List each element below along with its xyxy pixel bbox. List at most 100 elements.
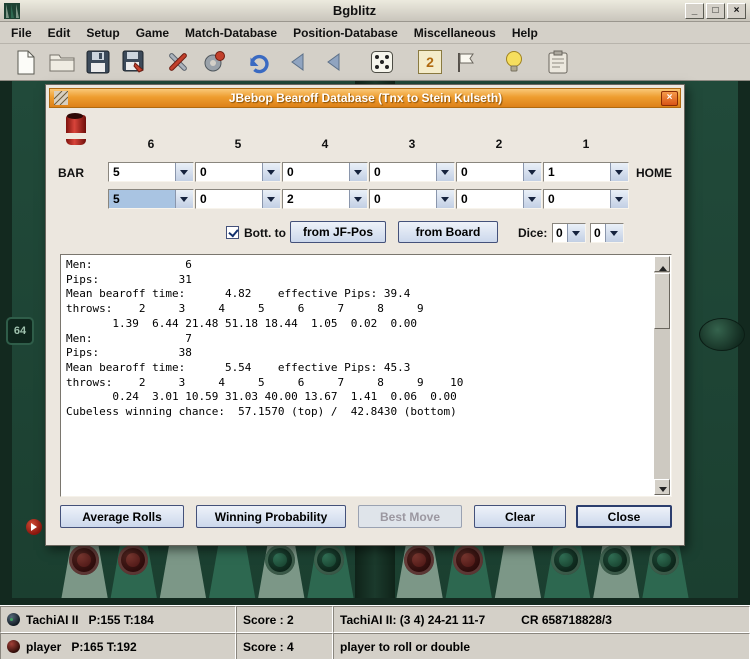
checker — [69, 545, 99, 575]
minimize-button[interactable]: _ — [685, 3, 704, 19]
status-score2-cell: Score : 4 — [236, 633, 333, 659]
save-button[interactable] — [80, 47, 116, 77]
bottom-to-move-checkbox[interactable] — [226, 226, 239, 239]
chevron-down-icon[interactable] — [610, 163, 628, 181]
hint-button[interactable] — [496, 47, 532, 77]
menu-help[interactable]: Help — [504, 22, 546, 44]
back-arrow-icon — [288, 52, 308, 72]
chevron-down-icon[interactable] — [610, 190, 628, 208]
top-combo-2[interactable]: 0 — [456, 162, 542, 182]
save-as-button[interactable] — [116, 47, 152, 77]
top-combo-6[interactable]: 5 — [108, 162, 194, 182]
chevron-down-icon[interactable] — [175, 163, 193, 181]
status-score1-cell: Score : 2 — [236, 606, 333, 633]
checker — [118, 545, 148, 575]
menu-bar: File Edit Setup Game Match-Database Posi… — [0, 22, 750, 44]
bottom-combo-3[interactable]: 0 — [369, 189, 455, 209]
score1-text: Score : 2 — [243, 613, 294, 627]
notes-button[interactable] — [540, 47, 576, 77]
chevron-down-icon[interactable] — [567, 224, 585, 242]
bottom-combo-2[interactable]: 0 — [456, 189, 542, 209]
checker — [453, 545, 483, 575]
chevron-down-icon[interactable] — [436, 163, 454, 181]
save-icon — [86, 50, 110, 74]
top-combo-1[interactable]: 1 — [543, 162, 629, 182]
roll-dice-button[interactable] — [364, 47, 400, 77]
undo-button[interactable] — [240, 47, 276, 77]
dice-icon — [370, 50, 394, 74]
close-dialog-button[interactable]: Close — [576, 505, 672, 528]
two-badge: 2 — [426, 54, 434, 70]
vertical-scrollbar[interactable] — [654, 256, 670, 495]
settings-button[interactable] — [196, 47, 232, 77]
menu-miscellaneous[interactable]: Miscellaneous — [406, 22, 504, 44]
top-combo-5[interactable]: 0 — [195, 162, 281, 182]
maximize-button[interactable]: □ — [706, 3, 725, 19]
clipboard-icon — [547, 50, 569, 75]
average-rolls-button[interactable]: Average Rolls — [60, 505, 184, 528]
from-jf-pos-button[interactable]: from JF-Pos — [290, 221, 386, 243]
results-text-area[interactable]: Men: 6 Pips: 31 Mean bearoff time: 4.82 … — [60, 254, 672, 497]
dialog-close-button[interactable]: × — [661, 91, 678, 106]
chevron-down-icon[interactable] — [523, 163, 541, 181]
turn-marker-icon[interactable] — [26, 519, 42, 535]
combo-value: 0 — [457, 163, 523, 181]
chevron-down-icon[interactable] — [349, 190, 367, 208]
bottom-combo-5[interactable]: 0 — [195, 189, 281, 209]
combo-value: 0 — [457, 190, 523, 208]
chevron-down-icon[interactable] — [605, 224, 623, 242]
column-label-6: 6 — [108, 137, 194, 151]
player2-name: player — [26, 640, 61, 654]
dice-label: Dice: — [518, 226, 547, 240]
menu-game[interactable]: Game — [128, 22, 177, 44]
bottom-combo-4[interactable]: 2 — [282, 189, 368, 209]
dice-combo-1[interactable]: 0 — [552, 223, 586, 243]
dialog-title: JBebop Bearoff Database (Tnx to Stein Ku… — [70, 91, 661, 105]
top-combo-4[interactable]: 0 — [282, 162, 368, 182]
menu-position-database[interactable]: Position-Database — [285, 22, 406, 44]
column-label-5: 5 — [195, 137, 281, 151]
status-player1-cell: TachiAI II P:155 T:184 — [0, 606, 236, 633]
bgblitz-window: Bgblitz _ □ × File Edit Setup Game Match… — [0, 0, 750, 659]
best-move-button: Best Move — [358, 505, 462, 528]
open-button[interactable] — [44, 47, 80, 77]
step-back-button[interactable] — [280, 47, 316, 77]
panel-2-button[interactable]: 2 — [418, 50, 442, 74]
home-label: HOME — [636, 166, 672, 180]
bottom-combo-6[interactable]: 5 — [108, 189, 194, 209]
scroll-down-button[interactable] — [654, 479, 670, 495]
tools-button[interactable] — [160, 47, 196, 77]
dice-combo-2[interactable]: 0 — [590, 223, 624, 243]
checker — [404, 545, 434, 575]
chevron-down-icon[interactable] — [349, 163, 367, 181]
scroll-up-button[interactable] — [654, 256, 670, 272]
scrollbar-thumb[interactable] — [654, 273, 670, 329]
close-button[interactable]: × — [727, 3, 746, 19]
player1-stats: P:155 T:184 — [88, 613, 153, 627]
checker — [649, 545, 679, 575]
menu-setup[interactable]: Setup — [78, 22, 127, 44]
dialog-title-bar[interactable]: JBebop Bearoff Database (Tnx to Stein Ku… — [49, 88, 681, 108]
top-combo-3[interactable]: 0 — [369, 162, 455, 182]
menu-match-database[interactable]: Match-Database — [177, 22, 285, 44]
chevron-down-icon[interactable] — [523, 190, 541, 208]
settings-gear-icon — [201, 49, 227, 75]
rewind-button[interactable] — [316, 47, 352, 77]
winning-probability-button[interactable]: Winning Probability — [196, 505, 346, 528]
bottom-combo-1[interactable]: 0 — [543, 189, 629, 209]
chevron-down-icon[interactable] — [436, 190, 454, 208]
status-bar: TachiAI II P:155 T:184 Score : 2 TachiAI… — [0, 605, 750, 659]
window-title: Bgblitz — [24, 3, 685, 18]
chevron-down-icon[interactable] — [262, 163, 280, 181]
doubling-cube[interactable]: 64 — [6, 317, 34, 345]
annotation-button[interactable] — [448, 47, 484, 77]
new-button[interactable] — [8, 47, 44, 77]
clear-button[interactable]: Clear — [474, 505, 566, 528]
menu-file[interactable]: File — [3, 22, 40, 44]
menu-edit[interactable]: Edit — [40, 22, 79, 44]
from-board-button[interactable]: from Board — [398, 221, 498, 243]
combo-value: 0 — [196, 163, 262, 181]
title-bar[interactable]: Bgblitz _ □ × — [0, 0, 750, 22]
chevron-down-icon[interactable] — [175, 190, 193, 208]
chevron-down-icon[interactable] — [262, 190, 280, 208]
